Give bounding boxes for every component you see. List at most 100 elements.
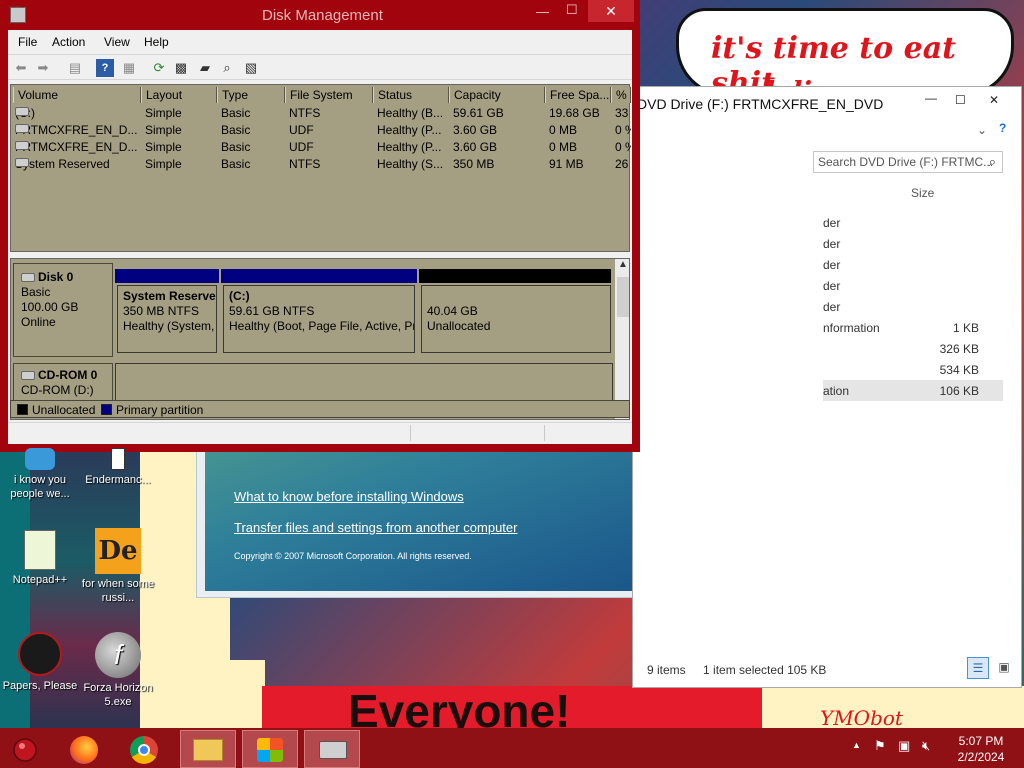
properties-icon[interactable]: ▩	[172, 59, 190, 77]
disk-management-close-button[interactable]: ✕	[588, 0, 634, 22]
search-disk-icon[interactable]: ⌕	[218, 59, 236, 77]
volume-row[interactable]: FRTMCXFRE_EN_D... Simple Basic UDF Healthy (…	[11, 122, 631, 139]
volume-list: Volume Layout Type File System Status Ca…	[10, 84, 631, 279]
disk-management-maximize-button[interactable]: ☐	[566, 2, 578, 18]
explorer-file-row[interactable]: ation 106 KB	[823, 380, 1003, 401]
setup-link-before-installing[interactable]: What to know before installing Windows	[234, 489, 464, 504]
taskbar-disk-management[interactable]	[304, 730, 360, 768]
menu-bar: File Action View Help	[8, 30, 632, 52]
volume-drive-icon	[15, 124, 29, 133]
refresh-icon[interactable]: ⟳	[150, 59, 168, 77]
hard-disk-icon	[21, 273, 35, 282]
volume-row[interactable]: System Reserved Simple Basic NTFS Healthy (S…	[11, 156, 629, 173]
explorer-file-row[interactable]: 534 KB	[823, 359, 1003, 380]
taskbar-file-explorer[interactable]	[180, 730, 236, 768]
desktop-icon-forza-horizon[interactable]: f Forza Horizon 5.exe	[78, 632, 158, 709]
explorer-file-name: der	[823, 216, 841, 230]
explorer-ribbon: ⌄ ?	[633, 119, 1021, 143]
start-orb-icon	[13, 738, 37, 762]
col-capacity[interactable]: Capacity	[449, 87, 545, 103]
explorer-file-size: 326 KB	[939, 342, 979, 356]
explorer-file-row[interactable]: der	[823, 212, 1003, 233]
explorer-file-row[interactable]: der	[823, 233, 1003, 254]
volume-cell-status: Healthy (P...	[377, 140, 442, 154]
col-file-system[interactable]: File System	[285, 87, 373, 103]
explorer-maximize-button[interactable]: ☐	[955, 93, 966, 107]
desktop-icon-notepadpp[interactable]: Notepad++	[0, 530, 80, 587]
partition-c[interactable]: (C:) 59.61 GB NTFS Healthy (Boot, Page F…	[223, 285, 415, 353]
explorer-file-row[interactable]: der	[823, 254, 1003, 275]
file-explorer-window: DVD Drive (F:) FRTMCXFRE_EN_DVD — ☐ ✕ ⌄ …	[632, 86, 1022, 688]
volume-list-header: Volume Layout Type File System Status Ca…	[11, 87, 631, 103]
volume-cell-type: Basic	[221, 106, 251, 120]
explorer-item-count: 9 items	[647, 663, 686, 677]
col-status[interactable]: Status	[373, 87, 449, 103]
col-free-space[interactable]: Free Spa...	[545, 87, 611, 103]
col-volume[interactable]: Volume	[13, 87, 141, 103]
vscroll-thumb[interactable]	[617, 277, 629, 317]
explorer-file-name: der	[823, 237, 841, 251]
explorer-file-row[interactable]: der	[823, 275, 1003, 296]
explorer-search-input[interactable]: Search DVD Drive (F:) FRTMC... ⌕	[813, 151, 1003, 173]
scroll-up-arrow-icon[interactable]: ▲	[618, 259, 628, 270]
desktop-icon-for-when-some-russi[interactable]: De for when some russi...	[78, 528, 158, 605]
volume-row[interactable]: FRTMCXFRE_EN_D... Simple Basic UDF Healthy (…	[11, 139, 631, 156]
large-icons-view-button[interactable]: ▣	[993, 657, 1015, 679]
start-button[interactable]	[10, 736, 40, 764]
volume-muted-icon[interactable]: 🔇︎	[922, 738, 930, 754]
action-center-flag-icon[interactable]: ⚑	[874, 738, 886, 754]
disk-view-vscrollbar[interactable]: ▲ ▼	[615, 259, 629, 419]
desktop-icon-i-know-you-people[interactable]: i know you people we...	[0, 448, 80, 501]
open-folder-icon[interactable]: ▰	[196, 59, 214, 77]
console-tree-icon[interactable]: ▦	[120, 59, 138, 77]
col-layout[interactable]: Layout	[141, 87, 217, 103]
notepad-plus-plus-icon	[24, 530, 56, 570]
col-percent-free[interactable]: % F	[611, 87, 631, 103]
taskbar-chrome[interactable]	[118, 730, 174, 768]
cdrom-0-label[interactable]: CD-ROM 0 CD-ROM (D:)	[13, 363, 113, 403]
menu-help[interactable]: Help	[144, 35, 169, 49]
taskbar-firefox[interactable]	[58, 730, 114, 768]
volume-row[interactable]: (C:) Simple Basic NTFS Healthy (B... 59.61 GB…	[11, 105, 629, 122]
volume-cell-free: 0 MB	[549, 123, 578, 137]
partition-unallocated[interactable]: 40.04 GB Unallocated	[421, 285, 611, 353]
console-settings-icon[interactable]: ▧	[242, 59, 260, 77]
taskbar-clock[interactable]: 5:07 PM 2/2/2024	[946, 733, 1016, 765]
explorer-close-button[interactable]: ✕	[989, 93, 999, 107]
menu-view[interactable]: View	[104, 35, 130, 49]
desktop-icon-endermanch[interactable]: Endermanc...	[78, 448, 158, 487]
windows-logo-icon	[257, 738, 283, 762]
cdrom-0-area[interactable]	[115, 363, 613, 403]
col-type[interactable]: Type	[217, 87, 285, 103]
forward-arrow-icon[interactable]: ➡	[34, 59, 52, 77]
menu-file[interactable]: File	[18, 35, 37, 49]
show-hidden-icons-chevron-icon[interactable]: ▲	[852, 740, 861, 750]
disk-0-label[interactable]: Disk 0 Basic 100.00 GB Online	[13, 263, 113, 357]
desktop-icon-papers-please[interactable]: Papers, Please	[0, 632, 80, 693]
network-icon[interactable]: ▣	[898, 738, 910, 754]
search-icon[interactable]: ⌕	[989, 152, 996, 172]
details-view-button[interactable]: ☰	[967, 657, 989, 679]
volume-cell-type: Basic	[221, 123, 251, 137]
setup-link-transfer-files[interactable]: Transfer files and settings from another…	[234, 520, 517, 535]
volume-cell-layout: Simple	[145, 106, 182, 120]
explorer-file-name: der	[823, 300, 841, 314]
back-arrow-icon[interactable]: ⬅	[12, 59, 30, 77]
explorer-file-row[interactable]: 326 KB	[823, 338, 1003, 359]
explorer-selection-info: 1 item selected 105 KB	[703, 663, 827, 677]
explorer-file-row[interactable]: der	[823, 296, 1003, 317]
disk-management-minimize-button[interactable]: —	[536, 4, 549, 19]
partition-system-reserved[interactable]: System Reserve 350 MB NTFS Healthy (Syst…	[117, 285, 217, 353]
explorer-minimize-button[interactable]: —	[925, 91, 937, 105]
taskbar-windows-setup[interactable]	[242, 730, 298, 768]
menu-action[interactable]: Action	[52, 35, 85, 49]
disk-management-title: Disk Management	[262, 7, 383, 24]
show-hide-tree-icon[interactable]: ▤	[66, 59, 84, 77]
explorer-file-row[interactable]: nformation 1 KB	[823, 317, 1003, 338]
help-icon[interactable]: ?	[999, 121, 1006, 135]
chevron-down-icon[interactable]: ⌄	[977, 123, 987, 137]
disk-management-window: Disk Management — ☐ ✕ File Action View H…	[0, 0, 640, 452]
help-book-icon[interactable]: ?	[96, 59, 114, 77]
explorer-column-size[interactable]: Size	[911, 186, 934, 200]
volume-cell-fs: NTFS	[289, 106, 321, 120]
